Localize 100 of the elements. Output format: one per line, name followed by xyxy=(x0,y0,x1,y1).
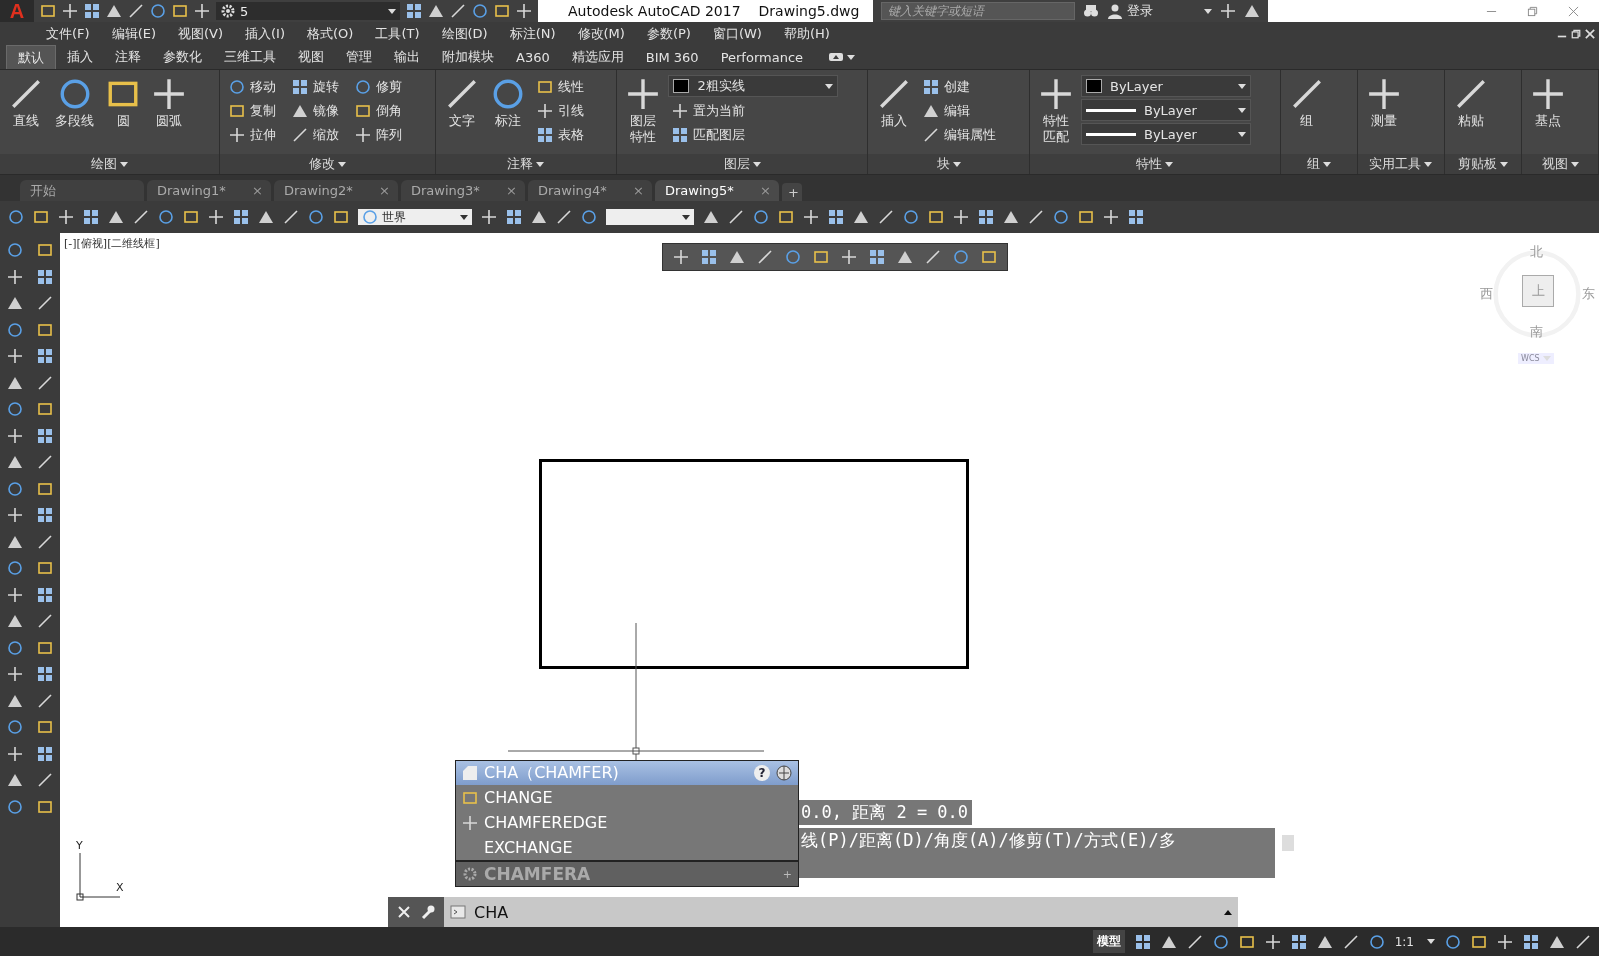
ribbon-large-button[interactable]: 基点 xyxy=(1527,75,1570,132)
autocomplete-item[interactable]: CHANGE xyxy=(456,785,798,810)
triangle-icon[interactable] xyxy=(7,454,23,471)
cross-icon[interactable] xyxy=(62,3,78,19)
grid-icon[interactable] xyxy=(37,427,53,444)
square-icon[interactable] xyxy=(778,209,794,225)
ribbon-tab[interactable]: 输出 xyxy=(383,45,431,69)
panel-title[interactable]: 视图 xyxy=(1522,154,1598,174)
caret-icon[interactable] xyxy=(1238,107,1246,113)
ribbon-button[interactable]: 复制 xyxy=(224,99,280,123)
grid-icon[interactable] xyxy=(37,745,53,762)
panel-title[interactable]: 注释 xyxy=(435,154,617,174)
panel-title[interactable]: 实用工具 xyxy=(1357,154,1445,174)
grid-icon[interactable] xyxy=(233,209,249,225)
menu-item[interactable]: 修改(M) xyxy=(577,24,625,43)
grid-icon[interactable] xyxy=(37,586,53,603)
grid-icon[interactable] xyxy=(406,3,422,19)
menu-item[interactable]: 帮助(H) xyxy=(783,24,830,43)
caret-icon[interactable] xyxy=(1238,83,1246,89)
ribbon-button[interactable]: 旋转 xyxy=(287,75,343,99)
circle-icon[interactable] xyxy=(581,209,597,225)
square-icon[interactable] xyxy=(813,249,829,265)
ribbon-tab[interactable]: A360 xyxy=(505,46,561,68)
line-icon[interactable] xyxy=(37,772,53,789)
ribbon-tab[interactable]: 附加模块 xyxy=(431,45,505,69)
up-arrow-icon[interactable] xyxy=(1224,909,1232,915)
line-icon[interactable] xyxy=(128,3,144,19)
menu-item[interactable]: 格式(O) xyxy=(307,24,354,43)
caret-icon[interactable] xyxy=(119,161,128,167)
line-icon[interactable] xyxy=(728,209,744,225)
caret-icon[interactable] xyxy=(1570,161,1579,167)
ribbon-large-button[interactable]: 插入 xyxy=(873,75,916,132)
grid-icon[interactable] xyxy=(37,268,53,285)
caret-icon[interactable] xyxy=(536,161,545,167)
circle-icon[interactable] xyxy=(158,209,174,225)
circle-icon[interactable] xyxy=(7,719,23,736)
caret-icon[interactable] xyxy=(1427,939,1435,944)
tab-close[interactable]: × xyxy=(506,183,517,198)
ribbon-button[interactable]: 阵列 xyxy=(350,123,406,147)
triangle-icon[interactable] xyxy=(531,209,547,225)
cross-icon[interactable] xyxy=(481,209,497,225)
file-tab[interactable]: 开始 xyxy=(20,180,144,201)
binoculars-icon[interactable] xyxy=(1083,3,1100,19)
menu-item[interactable]: 工具(T) xyxy=(375,24,420,43)
panel-title[interactable]: 组 xyxy=(1280,154,1357,174)
sign-in-button[interactable]: 登录 xyxy=(1107,2,1194,20)
cross-icon[interactable] xyxy=(7,586,23,603)
circle-icon[interactable] xyxy=(1445,933,1461,950)
line-icon[interactable] xyxy=(450,3,466,19)
triangle-icon[interactable] xyxy=(853,209,869,225)
line-icon[interactable] xyxy=(1186,933,1203,950)
property-dropdown[interactable]: ByLayer xyxy=(1081,123,1251,145)
cross-icon[interactable] xyxy=(1220,3,1237,19)
grid-icon[interactable] xyxy=(1523,933,1539,950)
close-icon[interactable] xyxy=(396,904,412,920)
ribbon-button[interactable]: 线性 xyxy=(532,75,588,99)
ribbon-tab[interactable]: 管理 xyxy=(335,45,383,69)
line-icon[interactable] xyxy=(1575,933,1591,950)
ribbon-tab[interactable]: 视图 xyxy=(287,45,335,69)
caret-icon[interactable] xyxy=(682,214,690,220)
cross-icon[interactable] xyxy=(953,209,969,225)
square-icon[interactable] xyxy=(1238,933,1255,950)
cross-icon[interactable] xyxy=(841,249,857,265)
square-icon[interactable] xyxy=(172,3,188,19)
triangle-icon[interactable] xyxy=(258,209,274,225)
dropdown-field[interactable] xyxy=(606,209,694,225)
ribbon-button[interactable]: 编辑属性 xyxy=(919,123,1001,147)
workspace-dropdown[interactable]: 5 xyxy=(216,2,400,20)
cross-icon[interactable] xyxy=(1103,209,1119,225)
file-tab[interactable]: Drawing3* × xyxy=(401,180,525,201)
ribbon-large-button[interactable]: 测量 xyxy=(1362,75,1405,132)
caret-icon[interactable] xyxy=(1204,8,1213,14)
grid-icon[interactable] xyxy=(1290,933,1307,950)
new-tab-button[interactable]: + xyxy=(782,183,802,201)
triangle-icon[interactable] xyxy=(897,249,913,265)
caret-icon[interactable] xyxy=(388,8,396,14)
menu-item[interactable]: 绘图(D) xyxy=(441,24,488,43)
triangle-icon[interactable] xyxy=(108,209,124,225)
triangle-icon[interactable] xyxy=(1003,209,1019,225)
ribbon-large-button[interactable]: 多段线 xyxy=(51,75,98,132)
tab-close[interactable]: × xyxy=(252,183,263,198)
line-icon[interactable] xyxy=(37,613,53,630)
circle-icon[interactable] xyxy=(7,639,23,656)
cross-icon[interactable] xyxy=(7,268,23,285)
menu-item[interactable]: 编辑(E) xyxy=(111,24,156,43)
line-icon[interactable] xyxy=(1342,933,1359,950)
line-icon[interactable] xyxy=(37,692,53,709)
triangle-icon[interactable] xyxy=(7,613,23,630)
menu-item[interactable]: 窗口(W) xyxy=(712,24,762,43)
cross-icon[interactable] xyxy=(58,209,74,225)
circle-icon[interactable] xyxy=(1212,933,1229,950)
grid-icon[interactable] xyxy=(37,507,53,524)
line-icon[interactable] xyxy=(37,295,53,312)
grid-icon[interactable] xyxy=(37,666,53,683)
square-icon[interactable] xyxy=(37,321,53,338)
triangle-icon[interactable] xyxy=(1244,3,1261,19)
line-icon[interactable] xyxy=(1028,209,1044,225)
cross-icon[interactable] xyxy=(673,249,689,265)
circle-icon[interactable] xyxy=(953,249,969,265)
ribbon-button[interactable]: 倒角 xyxy=(350,99,406,123)
